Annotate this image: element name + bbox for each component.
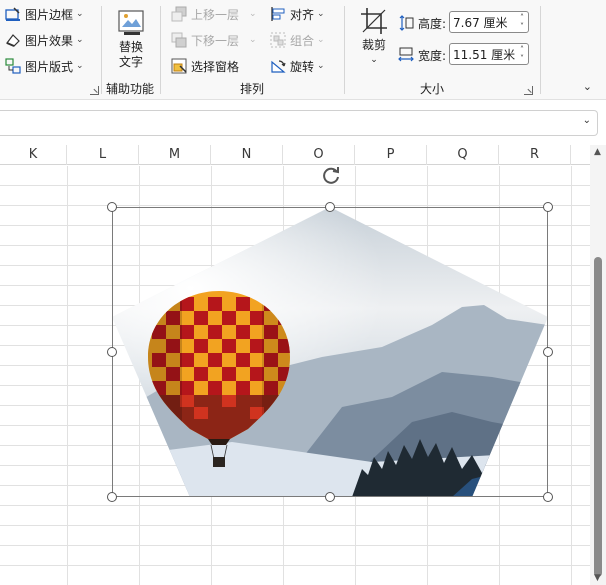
send-backward-icon: [171, 32, 187, 48]
column-header-p[interactable]: P: [355, 145, 427, 165]
resize-handle-bottom[interactable]: [325, 492, 335, 502]
rotate-button[interactable]: 旋转 ⌄: [270, 55, 325, 77]
alt-text-label: 替换 文字: [118, 40, 143, 69]
picture-border-label: 图片边框: [25, 7, 74, 22]
accessibility-group-label: 辅助功能: [106, 82, 155, 96]
resize-handle-top[interactable]: [325, 202, 335, 212]
chevron-down-icon: ⌄: [317, 35, 325, 45]
alt-text-button[interactable]: 替换 文字: [108, 8, 154, 70]
group-separator: [344, 6, 345, 94]
resize-handle-top-right[interactable]: [543, 202, 553, 212]
chevron-down-icon: ⌄: [76, 35, 84, 45]
send-backward-button[interactable]: 下移一层 ⌄: [171, 29, 257, 51]
column-header-o[interactable]: O: [283, 145, 355, 165]
bring-forward-label: 上移一层: [191, 7, 240, 22]
rotate-icon: [270, 58, 286, 74]
width-spinner[interactable]: ˄ ˅: [520, 45, 524, 63]
size-group-label: 大小: [420, 82, 445, 96]
group-objects-icon: [270, 32, 286, 48]
width-icon: [398, 47, 414, 63]
height-icon: [398, 15, 414, 31]
picture-border-button[interactable]: 图片边框 ⌄: [5, 3, 84, 25]
size-dialog-launcher-icon[interactable]: [524, 86, 533, 95]
hot-air-balloon-photo: [112, 207, 548, 497]
bring-forward-button[interactable]: 上移一层 ⌄: [171, 3, 257, 25]
chevron-down-icon: ⌄: [76, 9, 84, 19]
picture-layout-label: 图片版式: [25, 59, 74, 74]
expand-formula-bar-icon[interactable]: ⌄: [583, 115, 591, 126]
bring-forward-icon: [171, 6, 187, 22]
scrollbar-thumb[interactable]: [594, 257, 602, 577]
resize-handle-left[interactable]: [107, 347, 117, 357]
dialog-launcher-icon[interactable]: [90, 86, 99, 95]
align-icon: [270, 6, 286, 22]
column-header-r[interactable]: R: [499, 145, 571, 165]
group-separator: [160, 6, 161, 94]
height-spinner[interactable]: ˄ ˅: [520, 13, 524, 31]
resize-handle-bottom-right[interactable]: [543, 492, 553, 502]
picture-effects-button[interactable]: 图片效果 ⌄: [5, 29, 84, 51]
column-header-m[interactable]: M: [139, 145, 211, 165]
resize-handle-bottom-left[interactable]: [107, 492, 117, 502]
ribbon: 图片边框 ⌄ 图片效果 ⌄ 图片版式 ⌄ 替换 文字 辅助功能 上移一层 ⌄ 下…: [0, 0, 606, 100]
collapse-ribbon-icon[interactable]: ⌄: [583, 80, 592, 93]
chevron-down-icon: ⌄: [76, 61, 84, 71]
align-button[interactable]: 对齐 ⌄: [270, 3, 325, 25]
chevron-down-icon: ⌄: [317, 61, 325, 71]
width-input[interactable]: 11.51 厘米 ˄ ˅: [449, 43, 529, 65]
vertical-scrollbar[interactable]: ▲ ▼: [590, 145, 606, 585]
column-header-n[interactable]: N: [211, 145, 283, 165]
resize-handle-top-left[interactable]: [107, 202, 117, 212]
align-label: 对齐: [290, 7, 315, 22]
width-label: 宽度:: [418, 48, 447, 63]
group-objects-button[interactable]: 组合 ⌄: [270, 29, 325, 51]
picture-border-icon: [5, 6, 21, 22]
arrange-group-label: 排列: [240, 82, 265, 96]
selected-picture[interactable]: [112, 207, 548, 497]
chevron-down-icon: ⌄: [249, 35, 257, 45]
picture-layout-button[interactable]: 图片版式 ⌄: [5, 55, 84, 77]
crop-button[interactable]: 裁剪 ⌄: [352, 6, 396, 68]
group-separator: [101, 6, 102, 94]
picture-effects-label: 图片效果: [25, 33, 74, 48]
group-separator: [540, 6, 541, 94]
picture-layout-icon: [5, 58, 21, 74]
alt-text-icon: [116, 8, 146, 38]
height-input[interactable]: 7.67 厘米 ˄ ˅: [449, 11, 529, 33]
group-objects-label: 组合: [290, 33, 315, 48]
height-value: 7.67 厘米: [453, 15, 508, 30]
width-label-row: 宽度:: [398, 44, 446, 66]
column-headers: K L M N O P Q R: [0, 145, 590, 165]
chevron-down-icon: ⌄: [370, 55, 378, 65]
selection-pane-label: 选择窗格: [191, 59, 240, 74]
width-value: 11.51 厘米: [453, 47, 516, 62]
rotate-handle-icon[interactable]: [320, 164, 342, 186]
scroll-up-icon[interactable]: ▲: [594, 147, 601, 157]
resize-handle-right[interactable]: [543, 347, 553, 357]
chevron-down-icon: ⌄: [249, 9, 257, 19]
crop-icon: [359, 6, 389, 36]
height-label-row: 高度:: [398, 12, 446, 34]
formula-bar[interactable]: ⌄: [0, 110, 598, 136]
column-header-k[interactable]: K: [0, 145, 67, 165]
column-header-l[interactable]: L: [67, 145, 139, 165]
selection-pane-button[interactable]: 选择窗格: [171, 55, 239, 77]
crop-label: 裁剪: [361, 38, 386, 52]
send-backward-label: 下移一层: [191, 33, 240, 48]
column-header-q[interactable]: Q: [427, 145, 499, 165]
selection-pane-icon: [171, 58, 187, 74]
scroll-down-icon[interactable]: ▼: [594, 573, 601, 583]
chevron-down-icon: ⌄: [317, 9, 325, 19]
picture-effects-icon: [5, 32, 21, 48]
rotate-label: 旋转: [290, 59, 315, 74]
height-label: 高度:: [418, 16, 447, 31]
